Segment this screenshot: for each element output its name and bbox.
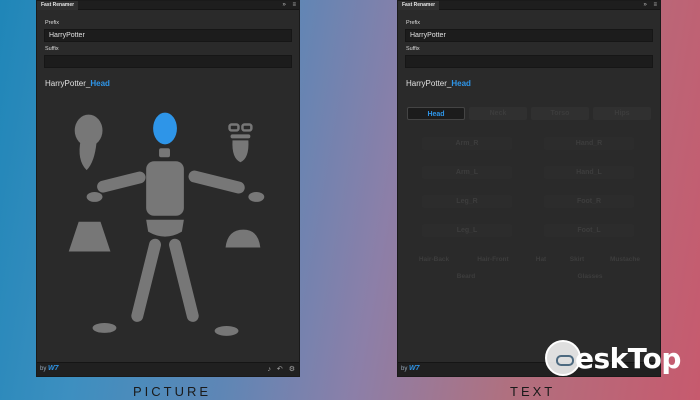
- prefix-label: Prefix: [406, 20, 421, 26]
- beard-button[interactable]: Beard: [442, 271, 490, 283]
- prefix-input[interactable]: [44, 29, 292, 42]
- panel-tab[interactable]: Fast Renamer: [398, 1, 440, 10]
- panel-tab[interactable]: Fast Renamer: [37, 1, 79, 10]
- arm-l-button[interactable]: Arm_L: [422, 166, 512, 179]
- hand-l-icon[interactable]: [248, 191, 265, 202]
- renamer-panel-text: Fast Renamer » ≡ Prefix Suffix HarryPott…: [397, 0, 661, 377]
- beard-icon[interactable]: [232, 140, 249, 163]
- torso-icon[interactable]: [146, 161, 184, 216]
- arm-r-button[interactable]: Arm_R: [422, 137, 512, 150]
- caption-text: TEXT: [510, 384, 556, 399]
- tab-head[interactable]: Head: [407, 107, 465, 120]
- settings-icon[interactable]: ⚙: [289, 366, 295, 373]
- head-icon[interactable]: [153, 112, 177, 145]
- hand-r-icon[interactable]: [86, 191, 103, 202]
- preview-part: Head: [451, 79, 471, 88]
- panel-topbar: Fast Renamer » ≡: [37, 1, 299, 10]
- menu-icon[interactable]: ≡: [653, 2, 657, 8]
- menu-icon[interactable]: ≡: [292, 2, 296, 8]
- prefix-label: Prefix: [45, 20, 60, 26]
- arm-r-icon[interactable]: [96, 170, 147, 194]
- brand-logo: by W7: [401, 365, 420, 372]
- glasses-icon[interactable]: [228, 123, 253, 132]
- prefix-input[interactable]: [405, 29, 653, 42]
- hat-button[interactable]: Hat: [526, 254, 556, 266]
- mustache-icon[interactable]: [230, 134, 251, 139]
- tab-neck[interactable]: Neck: [469, 107, 527, 120]
- watermark: eskTop: [545, 340, 700, 380]
- tab-torso[interactable]: Torso: [531, 107, 589, 120]
- panel-topbar: Fast Renamer » ≡: [398, 1, 660, 10]
- hat-icon[interactable]: [225, 229, 261, 248]
- hair-back-icon[interactable]: [74, 114, 103, 171]
- watermark-text: eskTop: [575, 342, 681, 375]
- leg-l-button[interactable]: Leg_L: [422, 224, 512, 237]
- suffix-label: Suffix: [406, 46, 420, 52]
- skirt-icon[interactable]: [68, 221, 111, 252]
- undo-icon[interactable]: ↶: [277, 366, 283, 373]
- main-part-tabs: Head Neck Torso Hips: [407, 107, 651, 120]
- suffix-input[interactable]: [405, 55, 653, 68]
- leg-l-icon[interactable]: [168, 237, 200, 323]
- suffix-label: Suffix: [45, 46, 59, 52]
- foot-r-button[interactable]: Foot_R: [544, 195, 634, 208]
- expand-icon[interactable]: »: [282, 2, 285, 8]
- preview-base: HarryPotter_: [45, 79, 91, 88]
- renamer-panel-picture: Fast Renamer » ≡ Prefix Suffix HarryPott…: [36, 0, 300, 377]
- mustache-button[interactable]: Mustache: [600, 254, 650, 266]
- foot-l-button[interactable]: Foot_L: [544, 224, 634, 237]
- preview-base: HarryPotter_: [406, 79, 452, 88]
- hair-back-button[interactable]: Hair-Back: [410, 254, 458, 266]
- leg-r-button[interactable]: Leg_R: [422, 195, 512, 208]
- hips-icon[interactable]: [146, 219, 184, 237]
- suffix-input[interactable]: [44, 55, 292, 68]
- foot-l-icon[interactable]: [214, 325, 239, 336]
- foot-r-icon[interactable]: [92, 322, 117, 333]
- sound-icon[interactable]: ♪: [267, 366, 271, 373]
- leg-r-icon[interactable]: [130, 237, 162, 323]
- name-preview: HarryPotter_Head: [45, 79, 110, 88]
- caption-picture: PICTURE: [133, 384, 212, 399]
- neck-icon[interactable]: [159, 148, 170, 158]
- brand-logo: by W7: [40, 365, 59, 372]
- expand-icon[interactable]: »: [643, 2, 646, 8]
- hair-front-button[interactable]: Hair-Front: [468, 254, 518, 266]
- preview-part: Head: [90, 79, 110, 88]
- name-preview: HarryPotter_Head: [406, 79, 471, 88]
- tab-hips[interactable]: Hips: [593, 107, 651, 120]
- arm-l-icon[interactable]: [187, 169, 246, 194]
- hand-l-button[interactable]: Hand_L: [544, 166, 634, 179]
- hand-r-button[interactable]: Hand_R: [544, 137, 634, 150]
- panel-footer: by W7 ♪ ↶ ⚙: [37, 362, 299, 376]
- skirt-button[interactable]: Skirt: [562, 254, 592, 266]
- glasses-button[interactable]: Glasses: [564, 271, 616, 283]
